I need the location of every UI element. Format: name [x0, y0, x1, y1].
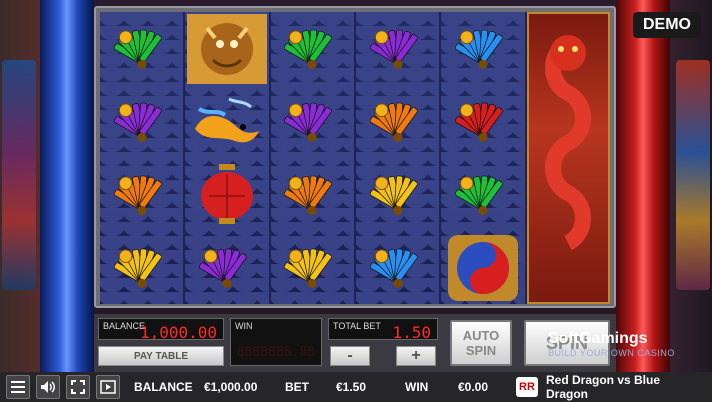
paytable-button[interactable]: PAY TABLE [98, 346, 224, 366]
fan-orange-symbol [271, 158, 354, 231]
fan-purple-symbol [100, 85, 183, 158]
balance-display: BALANCE 1,000.00 [98, 318, 224, 342]
reel-grid [100, 12, 610, 304]
koi-fish-symbol [185, 85, 268, 158]
red-lantern-symbol [185, 158, 268, 231]
fan-blue-symbol [441, 12, 524, 85]
reel-6 [526, 12, 610, 304]
blue-pillar [40, 0, 94, 372]
softgamings-watermark: SoftGamings BUILD YOUR OWN CASINO [548, 330, 698, 358]
bar-bet-label: BET [285, 380, 309, 394]
fan-purple-symbol [271, 85, 354, 158]
red-pillar [616, 0, 670, 372]
yin-yang-symbol [441, 231, 524, 304]
watermark-tagline: BUILD YOUR OWN CASINO [548, 348, 675, 358]
bar-win-label: WIN [405, 380, 429, 394]
bet-plus-button[interactable]: + [396, 346, 436, 366]
fan-green-symbol [100, 12, 183, 85]
bar-win-value: €0.00 [458, 380, 489, 394]
fan-purple-symbol [356, 12, 439, 85]
sound-icon[interactable] [36, 375, 60, 399]
red-rake-logo: RR [516, 377, 538, 397]
win-display: WIN 8888888.88 [230, 318, 322, 366]
fan-green-symbol [271, 12, 354, 85]
fan-yellow-symbol [356, 158, 439, 231]
fan-green-symbol [441, 158, 524, 231]
bet-minus-button[interactable]: - [330, 346, 370, 366]
fan-yellow-symbol [100, 231, 183, 304]
win-label: WIN [235, 321, 253, 331]
totalbet-label: TOTAL BET [333, 321, 381, 331]
background-slot-machine [2, 60, 36, 290]
win-value: 8888888.88 [236, 345, 315, 360]
bar-balance-value: €1,000.00 [204, 380, 258, 394]
bar-bet-value: €1.50 [336, 380, 367, 394]
fan-red-symbol [441, 85, 524, 158]
reel-5 [441, 12, 525, 304]
game-title: Red Dragon vs Blue Dragon [546, 373, 661, 401]
watermark-brand: SoftGamings [548, 330, 648, 347]
balance-value: 1,000.00 [139, 323, 217, 342]
fan-orange-symbol [100, 158, 183, 231]
menu-icon[interactable] [6, 375, 30, 399]
reel-3 [270, 12, 354, 304]
fan-orange-symbol [356, 85, 439, 158]
reel-4 [356, 12, 440, 304]
autospin-button[interactable]: AUTO SPIN [450, 320, 512, 366]
fan-yellow-symbol [271, 231, 354, 304]
reel-1 [100, 12, 184, 304]
fan-purple-symbol [185, 231, 268, 304]
video-icon[interactable] [96, 375, 120, 399]
totalbet-display: TOTAL BET 1.50 [328, 318, 438, 342]
reel-2 [185, 12, 269, 304]
totalbet-value: 1.50 [392, 323, 431, 342]
background-slot-machine [676, 60, 710, 290]
control-panel: BALANCE 1,000.00 PAY TABLE WIN 8888888.8… [94, 314, 616, 372]
golden-dragon-symbol [185, 12, 268, 85]
balance-label: BALANCE [103, 321, 146, 331]
fan-blue-symbol [356, 231, 439, 304]
demo-badge: DEMO [633, 12, 701, 38]
bar-balance-label: BALANCE [134, 380, 193, 394]
red-dragon-wild-symbol [529, 14, 608, 302]
fullscreen-icon[interactable] [66, 375, 90, 399]
